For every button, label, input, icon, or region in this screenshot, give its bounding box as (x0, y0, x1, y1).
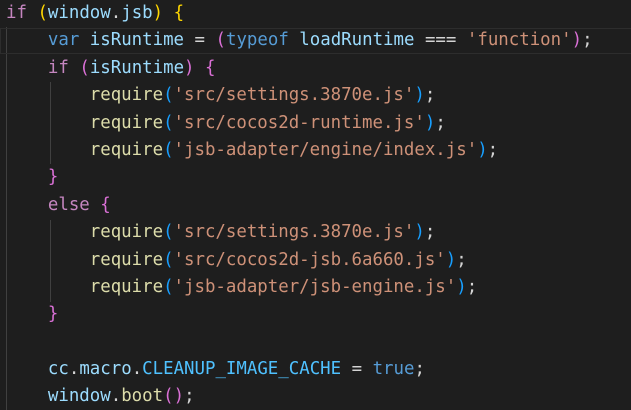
code-token: macro (79, 359, 132, 380)
code-token: { (205, 57, 216, 78)
code-token: ; (435, 112, 446, 133)
code-token: CLEANUP_IMAGE_CACHE (142, 359, 342, 380)
code-token: ) (184, 57, 195, 78)
code-line[interactable] (6, 329, 631, 356)
code-line[interactable]: if (window.jsb) { (6, 0, 631, 27)
code-token: else (47, 194, 90, 215)
code-token: ; (184, 386, 195, 407)
code-line[interactable]: cc.macro.CLEANUP_IMAGE_CACHE = true; (6, 356, 631, 383)
code-token: ) (414, 222, 425, 243)
code-token: jsb (121, 3, 153, 23)
code-token: ; (456, 249, 467, 270)
code-token: ; (582, 30, 593, 51)
code-token: ( (163, 222, 174, 243)
code-line[interactable]: require('jsb-adapter/engine/index.js'); (6, 137, 631, 164)
code-token: ) (424, 112, 436, 133)
code-token: if (47, 57, 69, 78)
code-token: ) (571, 30, 583, 51)
code-token: ; (466, 276, 478, 297)
code-token: 'src/settings.3870e.js' (173, 85, 415, 106)
code-line[interactable]: require('jsb-adapter/jsb-engine.js'); (6, 274, 631, 301)
code-token: loadRuntime (299, 30, 415, 51)
code-token: ( (163, 112, 174, 133)
code-token: true (372, 359, 415, 380)
code-token: . (131, 359, 143, 380)
code-token: = (424, 30, 436, 51)
code-token: { (100, 194, 111, 215)
code-token: = (194, 30, 205, 51)
code-token: = (351, 359, 363, 380)
code-token: 'src/settings.3870e.js' (173, 222, 415, 243)
code-editor[interactable]: if (window.jsb) { var isRuntime = (typeo… (0, 0, 631, 410)
code-token: . (68, 359, 80, 380)
code-token: ( (163, 139, 174, 160)
code-token: ; (424, 222, 436, 243)
code-token: ( (163, 85, 174, 106)
code-token: window (47, 386, 111, 407)
code-token: ; (424, 85, 436, 106)
code-line[interactable]: if (isRuntime) { (6, 55, 631, 82)
code-token: isRuntime (89, 57, 185, 78)
code-token: if (6, 3, 27, 23)
code-token: require (89, 112, 164, 133)
code-token: { (173, 3, 185, 23)
code-token: 'function' (466, 30, 572, 51)
code-token: typeof (225, 30, 289, 51)
code-area[interactable]: if (window.jsb) { var isRuntime = (typeo… (0, 0, 631, 410)
code-token: ) (173, 386, 185, 407)
code-token: ; (487, 139, 499, 160)
code-line[interactable]: } (6, 164, 631, 191)
code-token: } (47, 304, 59, 325)
code-token: window (47, 3, 111, 23)
code-line[interactable]: require('src/cocos2d-jsb.6a660.js'); (6, 247, 631, 274)
code-token: ( (163, 386, 174, 407)
code-token: isRuntime (89, 30, 185, 51)
code-token: 'src/cocos2d-runtime.js' (173, 112, 425, 133)
code-token: ) (414, 85, 425, 106)
code-token: require (89, 139, 164, 160)
code-token: . (110, 3, 122, 23)
code-token: = (445, 30, 457, 51)
code-token: 'jsb-adapter/engine/index.js' (173, 139, 478, 160)
code-token: ( (79, 57, 90, 78)
code-line[interactable]: else { (6, 192, 631, 219)
code-line[interactable]: require('src/settings.3870e.js'); (6, 219, 631, 246)
code-token: } (47, 167, 59, 188)
code-token: boot (121, 386, 164, 407)
code-token: ( (215, 30, 226, 51)
code-line[interactable]: } (6, 301, 631, 328)
code-token: require (89, 276, 164, 297)
code-token: ) (477, 139, 488, 160)
code-token: = (435, 30, 446, 51)
code-token: ; (414, 359, 425, 380)
code-token: require (89, 249, 164, 270)
code-line[interactable]: window.boot(); (6, 383, 631, 410)
code-token: ) (445, 249, 457, 270)
code-token: require (89, 85, 164, 106)
code-token: ) (152, 3, 164, 23)
code-token: ( (37, 3, 48, 23)
code-token: var (47, 30, 80, 51)
code-token: ( (163, 276, 174, 297)
code-token: 'src/cocos2d-jsb.6a660.js' (173, 249, 446, 270)
code-token: require (89, 222, 164, 243)
code-token: 'jsb-adapter/jsb-engine.js' (173, 276, 457, 297)
code-token: cc (47, 359, 69, 380)
code-token: ) (456, 276, 467, 297)
code-line[interactable]: require('src/settings.3870e.js'); (6, 82, 631, 109)
code-line[interactable]: var isRuntime = (typeof loadRuntime === … (0, 27, 631, 55)
code-token: . (110, 386, 122, 407)
code-line[interactable]: require('src/cocos2d-runtime.js'); (6, 110, 631, 137)
code-token: ( (163, 249, 174, 270)
